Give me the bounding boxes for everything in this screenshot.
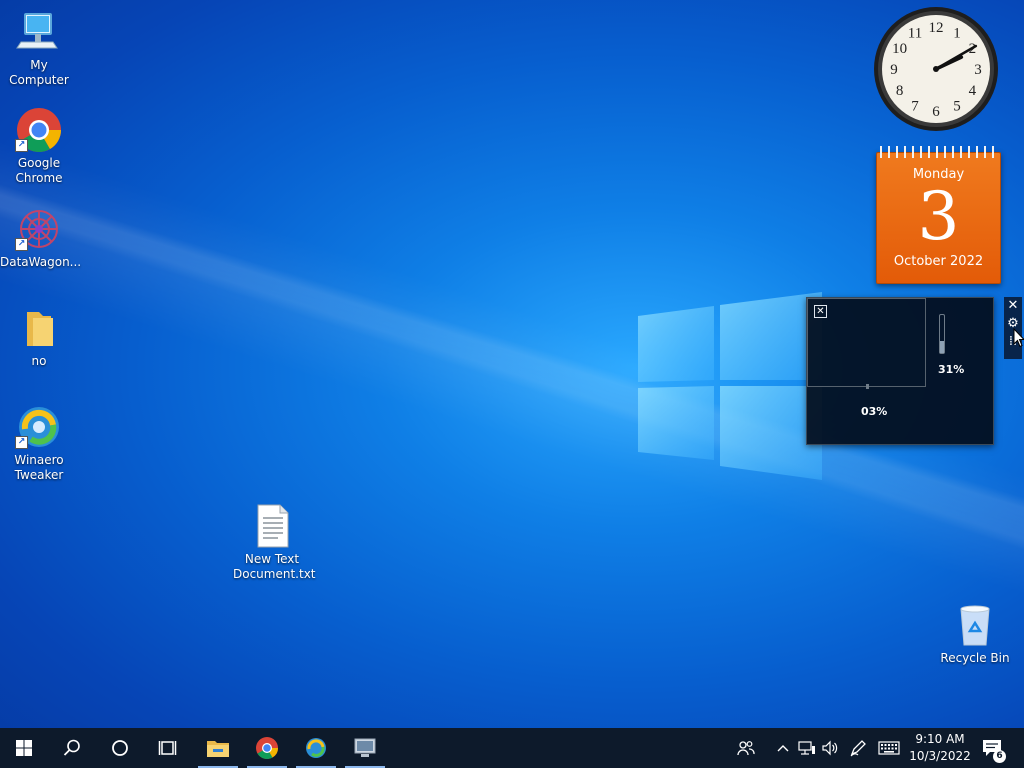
folder-icon — [15, 304, 63, 352]
taskbar: 9:10 AM 10/3/2022 6 — [0, 728, 1024, 768]
desktop-icon-label: no — [31, 354, 47, 368]
shortcut-arrow-icon: ↗ — [15, 238, 28, 251]
clock-numeral: 10 — [892, 41, 907, 57]
app-taskbar-button[interactable] — [341, 728, 389, 768]
clock-numeral: 9 — [890, 62, 898, 78]
windows-logo-wallpaper — [638, 292, 822, 480]
volume-button[interactable] — [818, 728, 842, 768]
desktop-icon-label: DataWagon... — [0, 255, 82, 269]
calendar-gadget[interactable]: Monday 3 October 2022 — [876, 146, 1001, 284]
notification-count-badge: 6 — [993, 750, 1006, 763]
desktop-icon-google-chrome[interactable]: ↗ Google Chrome — [0, 106, 78, 186]
desktop-icon-label: Recycle Bin — [940, 651, 1010, 665]
clock-gadget[interactable]: 121234567891011 — [872, 5, 1000, 133]
chrome-icon: ↗ — [15, 106, 63, 154]
meter-bar-fill — [940, 341, 944, 353]
text-file-icon — [248, 502, 296, 550]
volume-icon — [822, 740, 838, 756]
chrome-taskbar-button[interactable] — [243, 728, 291, 768]
start-button[interactable] — [0, 728, 48, 768]
clock-numeral: 11 — [908, 26, 922, 42]
winaero-icon — [306, 738, 326, 758]
desktop-icon-datawagon[interactable]: ↗ DataWagon... — [0, 205, 82, 270]
clock-numeral: 1 — [953, 26, 961, 42]
calendar-day-number: 3 — [917, 178, 960, 255]
datawagon-icon: ↗ — [15, 205, 63, 253]
meter-close-button[interactable]: ✕ — [814, 305, 827, 318]
clock-numeral: 7 — [911, 98, 919, 114]
clock-numeral: 3 — [974, 62, 982, 78]
cortana-button[interactable] — [96, 728, 144, 768]
touch-keyboard-button[interactable] — [877, 728, 901, 768]
meter-tick — [866, 384, 869, 389]
cpu-meter-gadget[interactable]: ✕ 03% 31% — [806, 297, 994, 445]
winaero-taskbar-button[interactable] — [292, 728, 340, 768]
calendar-rings — [880, 146, 997, 158]
chrome-icon — [256, 737, 278, 759]
show-hidden-icons-button[interactable] — [771, 728, 795, 768]
desktop-icon-my-computer[interactable]: My Computer — [0, 8, 78, 88]
taskbar-time: 9:10 AM — [915, 732, 965, 746]
desktop-icon-label: Google Chrome — [15, 156, 63, 185]
desktop-icon-label: New Text Document.txt — [233, 552, 316, 581]
desktop-icon-new-text-document[interactable]: New Text Document.txt — [233, 502, 316, 582]
keyboard-icon — [878, 741, 900, 755]
taskbar-clock[interactable]: 9:10 AM 10/3/2022 — [908, 731, 972, 765]
desktop-icon-folder-no[interactable]: no — [0, 304, 78, 369]
chevron-up-icon — [777, 745, 789, 752]
task-view-button[interactable] — [144, 728, 192, 768]
pen-workspace-button[interactable] — [846, 728, 870, 768]
people-button[interactable] — [734, 728, 758, 768]
network-button[interactable] — [795, 728, 819, 768]
start-icon — [16, 740, 32, 756]
recycle-bin-icon — [951, 601, 999, 649]
desktop-icon-winaero-tweaker[interactable]: ↗ Winaero Tweaker — [0, 403, 78, 483]
meter-value-2: 31% — [938, 363, 965, 376]
pen-icon — [850, 740, 866, 757]
search-icon — [63, 739, 80, 756]
clock-numeral: 8 — [896, 83, 904, 99]
search-button[interactable] — [48, 728, 96, 768]
desktop-icon-label: My Computer — [9, 58, 69, 87]
app-icon — [354, 738, 376, 757]
calendar-month-year: October 2022 — [893, 254, 984, 269]
task-view-icon — [158, 741, 177, 755]
clock-numeral: 4 — [969, 83, 977, 99]
meter-bar-track — [939, 314, 945, 354]
people-icon — [737, 741, 755, 756]
meter-value-1: 03% — [861, 405, 888, 418]
cortana-icon — [112, 740, 128, 756]
shortcut-arrow-icon: ↗ — [15, 436, 28, 449]
winaero-icon: ↗ — [15, 403, 63, 451]
shortcut-arrow-icon: ↗ — [15, 139, 28, 152]
desktop-icon-recycle-bin[interactable]: Recycle Bin — [936, 601, 1014, 666]
desktop-icon-label: Winaero Tweaker — [14, 453, 64, 482]
clock-numeral: 6 — [932, 104, 940, 120]
gadget-close-icon[interactable]: ✕ — [1004, 297, 1022, 315]
mouse-cursor-icon — [1013, 328, 1024, 348]
taskbar-date: 10/3/2022 — [909, 749, 971, 763]
computer-icon — [15, 8, 63, 56]
clock-numeral: 12 — [929, 20, 944, 36]
file-explorer-icon — [207, 741, 229, 757]
network-icon — [798, 741, 815, 755]
file-explorer-button[interactable] — [194, 728, 242, 768]
clock-numeral: 5 — [953, 98, 961, 114]
